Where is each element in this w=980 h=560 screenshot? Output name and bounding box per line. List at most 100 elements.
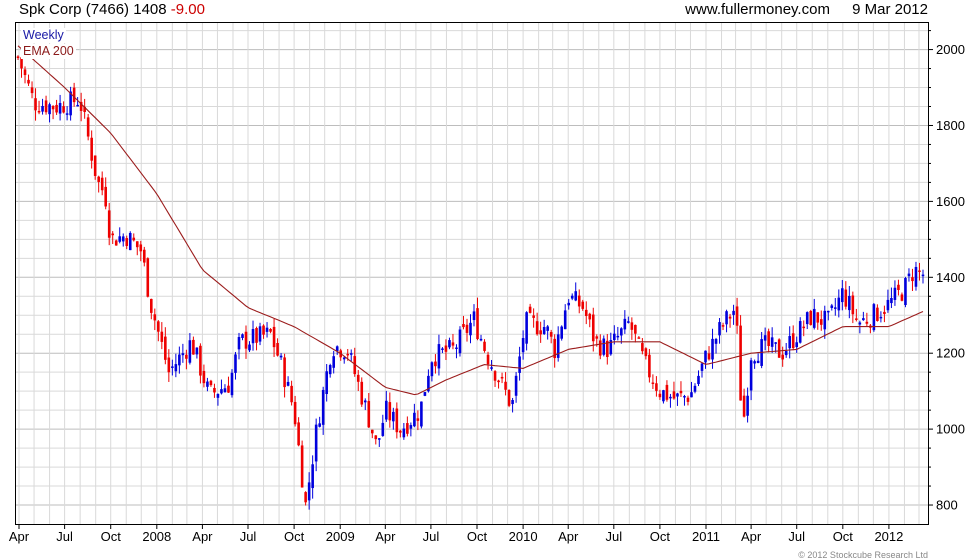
candle-body: [602, 338, 606, 355]
candle-body: [230, 372, 234, 396]
candle-body: [795, 342, 799, 348]
candle-body: [581, 301, 585, 309]
candle-body: [283, 357, 286, 388]
candle-body: [107, 210, 111, 238]
candle-body: [469, 322, 472, 336]
legend-weekly: Weekly: [21, 28, 66, 43]
candle-body: [146, 258, 150, 297]
candle-body: [833, 307, 837, 309]
x-tick-label: Apr: [9, 529, 30, 544]
candle-body: [227, 385, 230, 393]
candle-body: [76, 104, 79, 107]
candle-body: [588, 313, 592, 320]
candle-body: [549, 332, 553, 337]
candle-body: [188, 340, 192, 363]
candle-body: [300, 445, 304, 488]
y-tick-label: 1000: [936, 422, 965, 437]
candle-body: [90, 137, 93, 161]
candle-body: [848, 295, 851, 311]
candle-body: [546, 326, 549, 331]
candle-body: [725, 311, 728, 325]
candle-body: [511, 400, 514, 405]
candle-body: [202, 370, 206, 384]
candle-body: [630, 322, 634, 330]
candle-body: [490, 367, 493, 369]
candle-body: [616, 335, 620, 338]
candle-body: [458, 329, 462, 354]
candle-body: [500, 376, 504, 379]
candle-body: [395, 408, 399, 433]
candle-body: [367, 401, 371, 428]
candle-body: [711, 338, 714, 360]
candle-body: [620, 328, 623, 336]
candle-body: [272, 326, 276, 348]
candle-body: [753, 361, 756, 364]
candle-body: [171, 366, 174, 368]
x-tick-label: Jul: [788, 529, 805, 544]
candle-body: [921, 274, 925, 277]
candle-body: [135, 241, 139, 248]
candle-body: [237, 336, 241, 350]
candle-body: [735, 306, 739, 326]
candle-body: [104, 186, 107, 207]
x-tick-label: Oct: [833, 529, 854, 544]
candle-body: [893, 287, 897, 300]
price-change: -9.00: [170, 1, 205, 18]
candle-body: [423, 392, 427, 396]
candle-body: [819, 319, 823, 325]
candle-body: [749, 360, 753, 391]
candle-body: [385, 400, 388, 420]
candle-body: [704, 350, 707, 363]
candle-body: [55, 104, 58, 113]
candle-body: [805, 312, 809, 325]
candle-body: [406, 423, 409, 434]
candle-body: [23, 69, 27, 76]
candle-body: [528, 306, 532, 313]
candle-body: [577, 295, 581, 307]
candle-body: [206, 381, 209, 387]
candle-body: [641, 343, 644, 352]
candle-body: [837, 297, 841, 311]
candle-body: [360, 381, 364, 405]
candle-body: [816, 312, 820, 323]
candle-body: [918, 270, 921, 272]
price-chart: 800 1000 1200 1400 1600 1800 2000 Apr Jul Oct 2008…: [9, 22, 965, 544]
candle-body: [192, 339, 195, 355]
legend-ema: EMA 200: [21, 44, 76, 59]
candle-body: [802, 326, 806, 329]
candle-body: [525, 312, 528, 344]
candle-body: [139, 244, 143, 252]
candle-body: [451, 342, 455, 346]
candle-body: [213, 387, 216, 393]
candle-body: [777, 339, 781, 358]
x-tick-label: Jul: [240, 529, 257, 544]
candle-body: [742, 395, 746, 417]
candle-body: [297, 422, 300, 446]
candle-body: [876, 307, 879, 321]
candle-body: [409, 425, 413, 429]
candle-body: [363, 400, 367, 403]
candle-body: [465, 324, 469, 333]
candle-body: [714, 339, 718, 344]
candle-body: [823, 310, 827, 330]
candle-body: [539, 330, 542, 335]
candle-body: [157, 321, 160, 332]
candle-body: [883, 311, 886, 314]
candle-body: [862, 318, 865, 321]
candle-body: [679, 390, 683, 394]
candle-body: [514, 375, 518, 396]
y-tick-label: 800: [936, 498, 958, 513]
candle-body: [311, 464, 314, 489]
x-tick-label: 2010: [509, 529, 538, 544]
candle-body: [732, 310, 735, 315]
x-tick-label: Apr: [192, 529, 213, 544]
candle-body: [58, 103, 62, 114]
candle-body: [879, 316, 883, 319]
candle-body: [314, 424, 318, 462]
candle-body: [220, 389, 223, 394]
candle-body: [307, 482, 311, 501]
candle-body: [844, 289, 848, 307]
candle-body: [72, 87, 76, 103]
x-tick-label: Apr: [558, 529, 579, 544]
copyright-notice: © 2012 Stockcube Research Ltd: [798, 550, 928, 560]
